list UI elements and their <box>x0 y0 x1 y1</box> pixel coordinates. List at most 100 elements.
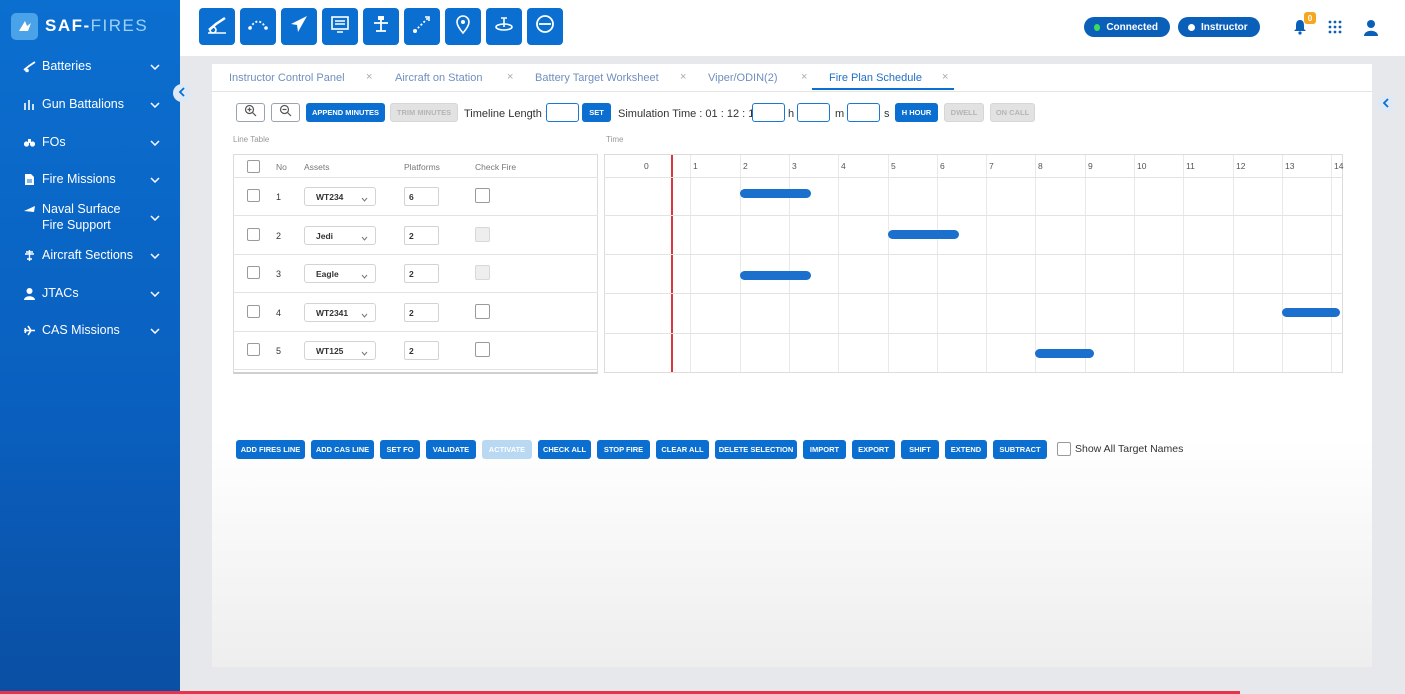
no-fly-tool-button[interactable] <box>527 8 563 45</box>
sidebar-item-batteries[interactable]: Batteries <box>0 58 180 74</box>
asset-select[interactable]: WT125 <box>304 341 376 360</box>
append-minutes-button[interactable]: APPEND MINUTES <box>306 103 385 122</box>
import-button[interactable]: IMPORT <box>803 440 846 459</box>
tab-viper-odin[interactable]: Viper/ODIN(2) <box>708 64 777 92</box>
sidebar-item-jtacs[interactable]: JTACs <box>0 285 180 301</box>
sidebar-item-fos[interactable]: FOs <box>0 134 180 150</box>
platforms-input[interactable]: 2 <box>404 264 439 283</box>
tab-close-icon[interactable]: × <box>801 71 807 83</box>
sidebar-item-aircraft-sections[interactable]: Aircraft Sections <box>0 247 180 263</box>
hours-input[interactable] <box>752 103 785 122</box>
screen-tool-button[interactable] <box>322 8 358 45</box>
platforms-input[interactable]: 2 <box>404 226 439 245</box>
connection-status-pill[interactable]: Connected <box>1084 17 1170 37</box>
chevron-down-icon[interactable] <box>150 323 160 337</box>
seconds-input[interactable] <box>847 103 880 122</box>
h-hour-button[interactable]: H HOUR <box>895 103 938 122</box>
no-fly-icon <box>534 13 556 40</box>
activate-button[interactable]: ACTIVATE <box>482 440 532 459</box>
add-cas-line-button[interactable]: ADD CAS LINE <box>311 440 374 459</box>
timeline-length-label: Timeline Length : <box>464 108 548 120</box>
export-button[interactable]: EXPORT <box>852 440 895 459</box>
check-all-button[interactable]: CHECK ALL <box>538 440 591 459</box>
map-pin-tool-button[interactable] <box>445 8 481 45</box>
chevron-down-icon[interactable] <box>150 172 160 186</box>
set-fo-button[interactable]: SET FO <box>380 440 420 459</box>
radar-dish-tool-button[interactable] <box>486 8 522 45</box>
zoom-in-button[interactable] <box>236 103 265 122</box>
row-select-checkbox[interactable] <box>247 228 260 241</box>
tab-close-icon[interactable]: × <box>507 71 513 83</box>
artillery-tool-button[interactable] <box>199 8 235 45</box>
schedule-bar[interactable] <box>1282 308 1340 317</box>
expand-right-panel-button[interactable] <box>1378 96 1394 112</box>
app-logo[interactable]: SAF-FIRES <box>11 12 148 40</box>
zoom-out-button[interactable] <box>271 103 300 122</box>
add-fires-line-button[interactable]: ADD FIRES LINE <box>236 440 305 459</box>
tab-close-icon[interactable]: × <box>680 71 686 83</box>
platforms-input[interactable]: 2 <box>404 341 439 360</box>
extend-button[interactable]: EXTEND <box>945 440 987 459</box>
tower-tool-button[interactable] <box>363 8 399 45</box>
show-all-target-names-toggle[interactable]: Show All Target Names <box>1057 442 1183 456</box>
chevron-down-icon[interactable] <box>150 135 160 149</box>
timeline-tick-label: 11 <box>1186 161 1195 171</box>
trim-minutes-button[interactable]: TRIM MINUTES <box>390 103 458 122</box>
apps-grid-icon[interactable] <box>1325 17 1345 37</box>
set-timeline-button[interactable]: SET <box>582 103 611 122</box>
chevron-down-icon[interactable] <box>150 59 160 73</box>
role-pill[interactable]: Instructor <box>1178 17 1260 37</box>
asset-select[interactable]: Eagle <box>304 264 376 283</box>
trajectory-tool-button[interactable] <box>240 8 276 45</box>
show-all-target-names-checkbox[interactable] <box>1057 442 1071 456</box>
tab-close-icon[interactable]: × <box>942 71 948 83</box>
tab-battery-target-worksheet[interactable]: Battery Target Worksheet <box>535 64 659 92</box>
chevron-down-icon[interactable] <box>150 248 160 262</box>
stop-fire-button[interactable]: STOP FIRE <box>597 440 650 459</box>
delete-selection-button[interactable]: DELETE SELECTION <box>715 440 797 459</box>
timeline-length-input[interactable] <box>546 103 579 122</box>
minutes-input[interactable] <box>797 103 830 122</box>
shift-button[interactable]: SHIFT <box>901 440 939 459</box>
clear-all-button[interactable]: CLEAR ALL <box>656 440 709 459</box>
chevron-down-icon[interactable] <box>150 210 160 224</box>
select-all-checkbox[interactable] <box>247 160 260 173</box>
platforms-input[interactable]: 2 <box>404 303 439 322</box>
schedule-bar[interactable] <box>1035 349 1094 358</box>
logo-text: SAF-FIRES <box>45 16 149 35</box>
check-fire-checkbox[interactable] <box>475 342 490 357</box>
jet-tool-button[interactable] <box>281 8 317 45</box>
chevron-down-icon[interactable] <box>150 97 160 111</box>
sidebar-item-gun-battalions[interactable]: Gun Battalions <box>0 96 180 112</box>
asset-select[interactable]: WT234 <box>304 187 376 206</box>
tab-instructor-control-panel[interactable]: Instructor Control Panel <box>229 64 345 92</box>
sidebar-item-naval-surface-fire-support[interactable]: Naval Surface Fire Support <box>0 201 180 233</box>
check-fire-checkbox[interactable] <box>475 188 490 203</box>
platforms-input[interactable]: 6 <box>404 187 439 206</box>
user-profile-icon[interactable] <box>1361 17 1381 37</box>
asset-select[interactable]: WT2341 <box>304 303 376 322</box>
current-time-indicator[interactable] <box>671 155 673 372</box>
chevron-down-icon[interactable] <box>150 286 160 300</box>
row-select-checkbox[interactable] <box>247 189 260 202</box>
sidebar-item-fire-missions[interactable]: Fire Missions <box>0 171 180 187</box>
row-select-checkbox[interactable] <box>247 343 260 356</box>
row-select-checkbox[interactable] <box>247 305 260 318</box>
check-fire-checkbox[interactable] <box>475 304 490 319</box>
row-select-checkbox[interactable] <box>247 266 260 279</box>
tab-close-icon[interactable]: × <box>366 71 372 83</box>
howitzer-icon <box>23 60 36 73</box>
schedule-bar[interactable] <box>740 271 811 280</box>
sidebar-item-cas-missions[interactable]: CAS Missions <box>0 322 180 338</box>
target-path-tool-button[interactable] <box>404 8 440 45</box>
schedule-bar[interactable] <box>740 189 811 198</box>
collapse-sidebar-button[interactable] <box>173 84 191 102</box>
tab-aircraft-on-station[interactable]: Aircraft on Station <box>395 64 482 92</box>
schedule-bar[interactable] <box>888 230 959 239</box>
check-fire-checkbox <box>475 265 490 280</box>
asset-select[interactable]: Jedi <box>304 226 376 245</box>
subtract-button[interactable]: SUBTRACT <box>993 440 1047 459</box>
on-call-button[interactable]: ON CALL <box>990 103 1035 122</box>
dwell-button[interactable]: DWELL <box>944 103 984 122</box>
validate-button[interactable]: VALIDATE <box>426 440 476 459</box>
